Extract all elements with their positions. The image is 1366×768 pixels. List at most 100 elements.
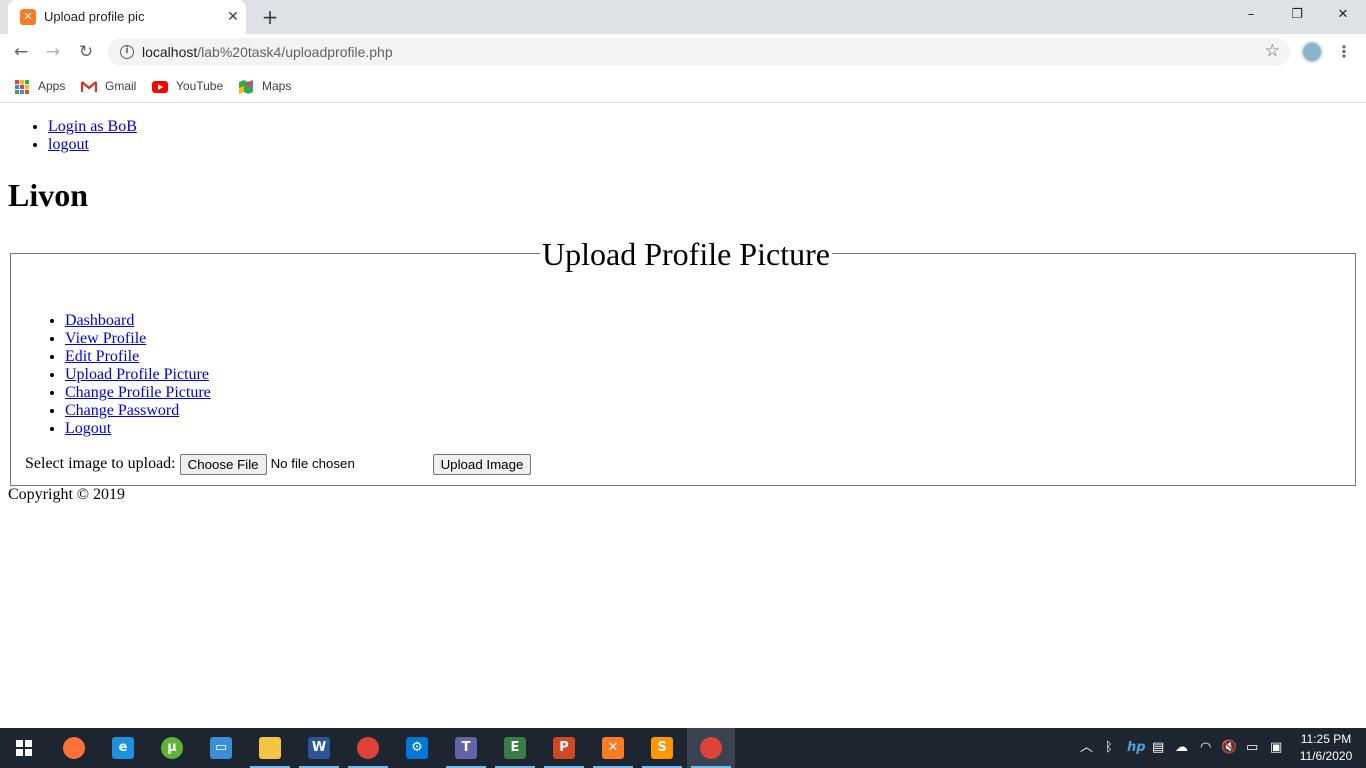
sublime-text-icon: S: [651, 737, 673, 759]
bookmark-youtube[interactable]: YouTube: [152, 77, 223, 95]
volume-muted-icon[interactable]: 🔇: [1221, 728, 1237, 768]
logout-link[interactable]: logout: [48, 136, 89, 153]
browser-toolbar: ← → ↻ i localhost/lab%20task4/uploadprof…: [0, 34, 1366, 70]
back-arrow-icon[interactable]: ←: [9, 40, 33, 64]
hp-icon[interactable]: hp: [1127, 728, 1146, 768]
tab-close-icon[interactable]: ✕: [224, 8, 242, 26]
remote-desktop-icon: ▭: [210, 737, 232, 759]
url-path: /lab%20task4/uploadprofile.php: [197, 44, 393, 60]
bookmark-maps[interactable]: Maps: [238, 77, 291, 95]
taskbar-firefox-button[interactable]: [50, 728, 98, 768]
nav-change-profile-picture-link[interactable]: Change Profile Picture: [65, 384, 211, 401]
taskbar-edge-button[interactable]: e: [99, 728, 147, 768]
file-status-text: No file chosen: [270, 456, 355, 472]
start-button[interactable]: [0, 728, 48, 768]
bookmark-apps[interactable]: Apps: [15, 77, 65, 95]
maps-icon: [239, 79, 253, 94]
taskbar-sublime-text-button[interactable]: S: [638, 728, 686, 768]
side-nav: Dashboard View Profile Edit Profile Uplo…: [65, 312, 211, 438]
bookmark-label: Apps: [38, 79, 66, 93]
apps-grid-icon: [15, 79, 29, 94]
bookmark-label: Gmail: [105, 79, 137, 93]
side-nav-item: Change Password: [65, 402, 211, 420]
side-nav-item: Logout: [65, 420, 211, 438]
notifications-icon[interactable]: ▣: [1270, 728, 1282, 768]
new-tab-button[interactable]: +: [258, 5, 282, 29]
taskbar-word-button[interactable]: W: [295, 728, 343, 768]
top-nav: Login as BoB logout: [48, 118, 137, 154]
footer-copyright: Copyright © 2019: [8, 486, 126, 503]
side-nav-item: Edit Profile: [65, 348, 211, 366]
address-bar[interactable]: i localhost/lab%20task4/uploadprofile.ph…: [108, 38, 1290, 66]
bookmark-label: Maps: [262, 79, 292, 93]
edge-icon: e: [112, 737, 134, 759]
login-as-link[interactable]: Login as BoB: [48, 118, 137, 135]
teams-icon: T: [455, 737, 477, 759]
wifi-icon[interactable]: ◠: [1200, 728, 1211, 768]
bookmark-star-icon[interactable]: ☆: [1265, 41, 1280, 61]
youtube-icon: [152, 80, 168, 93]
nav-view-profile-link[interactable]: View Profile: [65, 330, 146, 347]
nav-upload-profile-picture-link[interactable]: Upload Profile Picture: [65, 366, 209, 383]
firefox-icon: [63, 737, 85, 759]
taskbar-app-e-button[interactable]: E: [491, 728, 539, 768]
chrome-icon: [357, 737, 379, 759]
powerpoint-icon: P: [553, 737, 575, 759]
taskbar-utorrent-button[interactable]: µ: [148, 728, 196, 768]
taskbar-chrome-profile-button[interactable]: [687, 728, 735, 768]
profile-avatar[interactable]: [1301, 41, 1323, 63]
battery-icon[interactable]: ▭: [1246, 728, 1258, 768]
taskbar-remote-desktop-button[interactable]: ▭: [197, 728, 245, 768]
bookmark-label: YouTube: [176, 79, 224, 93]
windows-logo-icon: [16, 740, 32, 756]
side-nav-item: Dashboard: [65, 312, 211, 330]
site-info-icon[interactable]: i: [120, 45, 134, 59]
tablet-icon[interactable]: ▤: [1152, 728, 1164, 768]
taskbar-xampp-button[interactable]: ✕: [589, 728, 637, 768]
word-icon: W: [308, 737, 330, 759]
url-text[interactable]: localhost/lab%20task4/uploadprofile.php: [142, 44, 393, 60]
nav-logout-link[interactable]: Logout: [65, 420, 111, 437]
close-window-button[interactable]: ✕: [1320, 0, 1366, 30]
taskbar-chrome-button[interactable]: [344, 728, 392, 768]
restore-button[interactable]: ❐: [1274, 0, 1320, 30]
tab-strip: ✕ Upload profile pic ✕ + – ❐ ✕: [0, 0, 1366, 34]
upload-label: Select image to upload:: [25, 455, 176, 472]
tab-title: Upload profile pic: [44, 9, 145, 24]
menu-dots-icon[interactable]: ⋮: [1334, 40, 1354, 64]
nav-dashboard-link[interactable]: Dashboard: [65, 312, 134, 329]
file-explorer-icon: [259, 737, 281, 759]
taskbar-settings-button[interactable]: ⚙: [393, 728, 441, 768]
upload-form: Select image to upload: Choose File No fi…: [25, 453, 532, 475]
taskbar: e µ ▭ W ⚙ T E P ✕ S ︿ ᛒ hp ▤ ☁ ◠ 🔇 ▭ 11:25 PM 11/…: [0, 728, 1366, 768]
clock-date: 11/6/2020: [1299, 749, 1353, 763]
upload-fieldset: Upload Profile Picture Dashboard View Pr…: [10, 237, 1356, 486]
clock-time: 11:25 PM: [1300, 732, 1352, 746]
gmail-icon: [81, 80, 97, 92]
taskbar-teams-button[interactable]: T: [442, 728, 490, 768]
xampp-icon: ✕: [602, 737, 624, 759]
onedrive-cloud-icon[interactable]: ☁: [1175, 728, 1188, 768]
upload-image-button[interactable]: Upload Image: [432, 453, 532, 475]
web-page: Login as BoB logout Livon Upload Profile…: [0, 103, 1366, 728]
side-nav-item: View Profile: [65, 330, 211, 348]
utorrent-icon: µ: [161, 737, 183, 759]
clock[interactable]: 11:25 PM 11/6/2020: [1290, 731, 1362, 765]
tray-chevron-icon[interactable]: ︿: [1080, 728, 1093, 768]
minimize-button[interactable]: –: [1228, 0, 1274, 30]
tab-upload-profile-pic[interactable]: ✕ Upload profile pic ✕: [8, 0, 246, 34]
bookmarks-bar: Apps Gmail YouTube Maps: [0, 70, 1366, 103]
bookmark-gmail[interactable]: Gmail: [81, 77, 136, 95]
nav-change-password-link[interactable]: Change Password: [65, 402, 179, 419]
site-title: Livon: [8, 177, 89, 213]
nav-edit-profile-link[interactable]: Edit Profile: [65, 348, 139, 365]
side-nav-item: Upload Profile Picture: [65, 366, 211, 384]
reload-icon[interactable]: ↻: [74, 40, 98, 64]
choose-file-button[interactable]: Choose File: [179, 453, 267, 475]
taskbar-file-explorer-button[interactable]: [246, 728, 294, 768]
taskbar-powerpoint-button[interactable]: P: [540, 728, 588, 768]
side-nav-item: Change Profile Picture: [65, 384, 211, 402]
bluetooth-icon[interactable]: ᛒ: [1105, 728, 1113, 768]
top-nav-item: Login as BoB: [48, 118, 137, 136]
forward-arrow-icon[interactable]: →: [41, 40, 65, 64]
